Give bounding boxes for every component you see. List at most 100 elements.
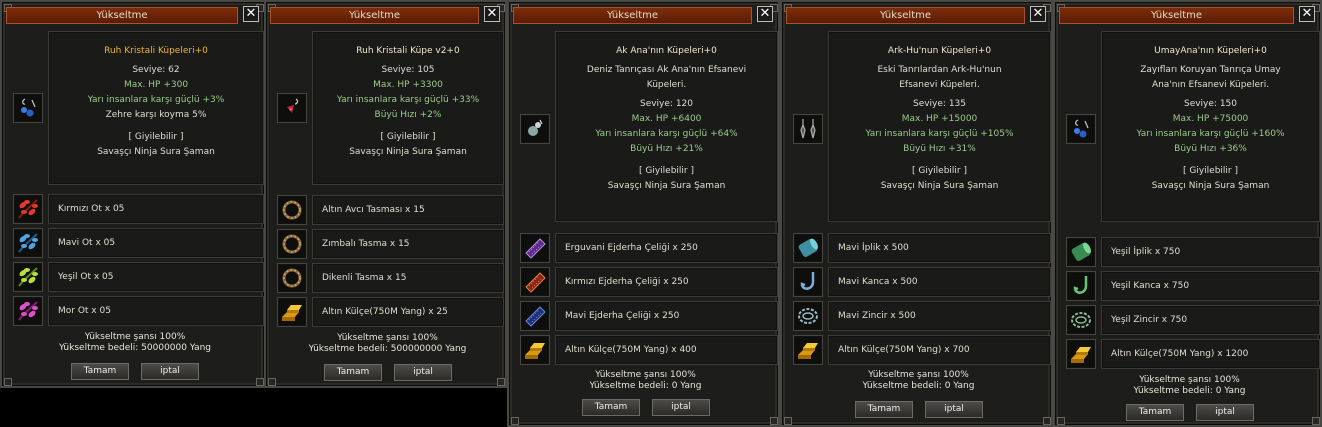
window-titlebar[interactable]: Yükseltme [6, 7, 238, 24]
material-label: Mavi Kanca x 500 [838, 277, 918, 287]
material-row: Altın Külçe(750M Yang) x 25 [312, 297, 504, 327]
ok-button[interactable]: Tamam [582, 399, 640, 416]
upgrade-window: Yükseltme ✕ Ruh Kristali Küpe v2+0 Seviye:… [264, 0, 507, 388]
upgrade-window: Yükseltme ✕ Ak Ana'nın Küpeleri+0 Deniz Ta… [507, 0, 780, 427]
item-level: Seviye: 135 [912, 99, 966, 109]
close-icon[interactable]: ✕ [1030, 6, 1046, 22]
material-label: Yeşil Zincir x 750 [1111, 315, 1188, 325]
material-label: Zımbalı Tasma x 15 [322, 239, 410, 249]
purple-steel-icon [520, 233, 550, 263]
blue-hook-icon [793, 267, 823, 297]
material-label: Yeşil Ot x 05 [58, 272, 114, 282]
frame-corner [4, 378, 12, 386]
item-name: Ak Ana'nın Küpeleri+0 [616, 46, 717, 56]
cancel-button[interactable]: iptal [652, 399, 710, 416]
item-name: UmayAna'nın Küpeleri+0 [1154, 46, 1267, 56]
gold-bar-icon [277, 297, 307, 327]
item-stat: Zehre karşı koyma 5% [105, 110, 207, 120]
upgrade-cost: Yükseltme bedeli: 0 Yang [1133, 386, 1246, 396]
cancel-button[interactable]: iptal [141, 363, 199, 380]
material-row: Mavi Ejderha Çeliği x 250 [555, 301, 778, 331]
upgrade-window: Yükseltme ✕ Ark-Hu'nun Küpeleri+0 Eski Tan… [780, 0, 1053, 427]
item-description: Deniz Tanrıçası Ak Ana'nın Efsanevi [586, 65, 747, 75]
material-row: Yeşil Kanca x 750 [1101, 271, 1320, 301]
frame-corner [770, 417, 778, 425]
window-title: Yükseltme [879, 10, 932, 21]
bead-collar-icon [277, 195, 307, 225]
ok-button[interactable]: Tamam [1126, 404, 1184, 421]
item-level: Seviye: 120 [639, 99, 693, 109]
material-row: Yeşil Zincir x 750 [1101, 305, 1320, 335]
bead-collar-icon [277, 229, 307, 259]
class-list: Savaşçı Ninja Sura Şaman [1151, 181, 1270, 191]
ok-button[interactable]: Tamam [71, 363, 129, 380]
item-name: Ark-Hu'nun Küpeleri+0 [887, 46, 992, 56]
wearable-label: [ Giyilebilir ] [380, 132, 436, 142]
class-list: Savaşçı Ninja Sura Şaman [349, 147, 467, 157]
window-titlebar[interactable]: Yükseltme [270, 7, 479, 24]
frame-corner [784, 417, 792, 425]
dark-earring-icon [793, 114, 823, 144]
item-description: Zayıfları Koruyan Tanrıça Umay [1140, 65, 1281, 75]
window-titlebar[interactable]: Yükseltme [786, 7, 1025, 24]
green-herb-icon [13, 262, 43, 292]
red-earring-icon [277, 93, 307, 123]
gold-bar-icon [520, 335, 550, 365]
window-titlebar[interactable]: Yükseltme [513, 7, 752, 24]
cancel-button[interactable]: iptal [1196, 404, 1254, 421]
blue-thread-icon [793, 233, 823, 263]
green-thread-icon [1066, 237, 1096, 267]
wearable-label: [ Giyilebilir ] [128, 132, 184, 142]
item-level: Seviye: 62 [132, 65, 180, 75]
item-stat: Büyü Hızı +31% [903, 144, 976, 154]
blue-steel-icon [520, 301, 550, 331]
upgrade-window: Yükseltme ✕ UmayAna'nın Küpeleri+0 Zayıfla… [1053, 0, 1322, 427]
green-chain-icon [1066, 305, 1096, 335]
window-titlebar[interactable]: Yükseltme [1059, 7, 1294, 24]
material-row: Zımbalı Tasma x 15 [312, 229, 504, 259]
item-stat: Yarı insanlara karşı güçlü +33% [336, 95, 480, 105]
upgrade-chance: Yükseltme şansı 100% [1139, 375, 1240, 385]
material-label: Yeşil İplik x 750 [1111, 247, 1181, 257]
close-icon[interactable]: ✕ [243, 6, 259, 22]
item-stat: Büyü Hızı +2% [374, 110, 442, 120]
class-list: Savaşçı Ninja Sura Şaman [607, 181, 726, 191]
material-label: Altın Külçe(750M Yang) x 700 [838, 345, 970, 355]
cancel-button[interactable]: iptal [925, 401, 983, 418]
window-title: Yükseltme [1150, 10, 1203, 21]
close-icon[interactable]: ✕ [757, 6, 773, 22]
item-stat: Max. HP +300 [123, 80, 189, 90]
gold-bar-icon [793, 335, 823, 365]
material-label: Mor Ot x 05 [58, 306, 111, 316]
item-stat: Max. HP +75000 [1172, 114, 1249, 124]
item-tooltip: UmayAna'nın Küpeleri+0 Zayıfları Koruyan … [1101, 31, 1320, 222]
material-row: Yeşil Ot x 05 [48, 262, 264, 292]
item-tooltip: Ak Ana'nın Küpeleri+0 Deniz Tanrıçası Ak … [555, 31, 778, 222]
material-row: Mavi Zincir x 500 [828, 301, 1051, 331]
item-description: Eski Tanrılardan Ark-Hu'nun [877, 65, 1002, 75]
material-label: Mavi İplik x 500 [838, 243, 909, 253]
material-row: Mavi Ot x 05 [48, 228, 264, 258]
red-herb-icon [13, 194, 43, 224]
item-level: Seviye: 150 [1183, 99, 1237, 109]
material-row: Dikenli Tasma x 15 [312, 263, 504, 293]
material-label: Kırmızı Ot x 05 [58, 204, 125, 214]
red-steel-icon [520, 267, 550, 297]
material-row: Altın Külçe(750M Yang) x 700 [828, 335, 1051, 365]
green-hook-icon [1066, 271, 1096, 301]
purple-herb-icon [13, 296, 43, 326]
ok-button[interactable]: Tamam [324, 364, 382, 381]
frame-corner [1043, 417, 1051, 425]
cancel-button[interactable]: iptal [394, 364, 452, 381]
frame-corner [268, 378, 276, 386]
material-row: Mavi İplik x 500 [828, 233, 1051, 263]
ok-button[interactable]: Tamam [855, 401, 913, 418]
material-label: Mavi Zincir x 500 [838, 311, 916, 321]
window-title: Yükseltme [96, 10, 148, 21]
close-icon[interactable]: ✕ [1299, 6, 1315, 22]
close-icon[interactable]: ✕ [484, 6, 500, 22]
item-stat: Büyü Hızı +21% [630, 144, 703, 154]
wearable-label: [ Giyilebilir ] [639, 166, 694, 176]
blue-earring-icon [13, 93, 43, 123]
blue-herb-icon [13, 228, 43, 258]
